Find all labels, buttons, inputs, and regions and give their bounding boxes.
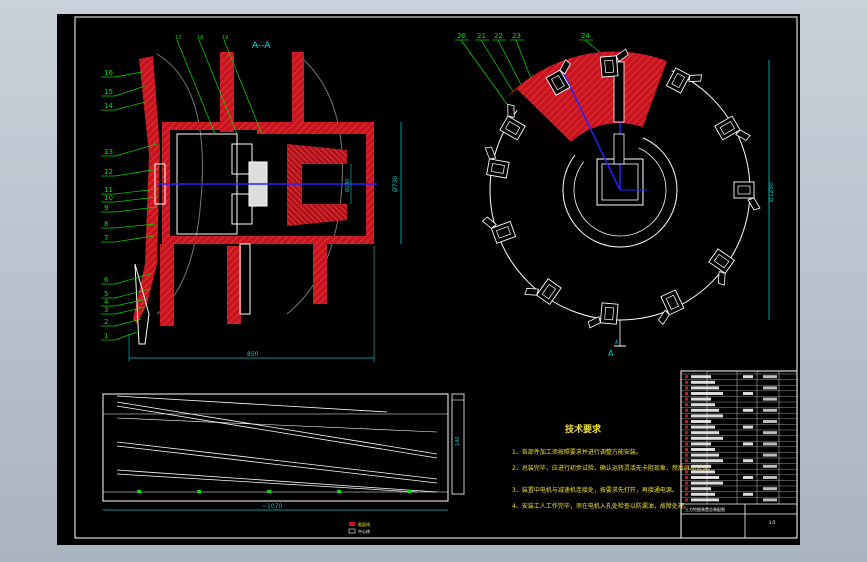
tooth [481, 216, 517, 244]
part-label-7: 7 [104, 234, 108, 242]
part-label-11: 11 [104, 186, 113, 194]
technical-requirements: 技术要求 1、各部件加工须按照要求并进行调整方能安装。 2、总装完毕，应进行初步… [512, 423, 714, 510]
drawing-name: 土方挖掘装置总装配图 [685, 506, 725, 512]
part-label-4: 4 [104, 298, 109, 306]
cad-drawing: A--A 8 50 Ø730 Ø280 161514131211109876543… [74, 16, 798, 539]
dim-inner: Ø280 [344, 179, 351, 192]
dim-height: 140 [455, 436, 461, 446]
tooth [733, 181, 761, 211]
tech-req-item-3: 3、装置中电机与减速机连接处，按要求先打开，再接通电源。 [512, 486, 678, 494]
part-label-16: 16 [104, 69, 113, 77]
part-label-24: 24 [581, 32, 590, 40]
section-mark-small: A [615, 340, 619, 346]
dim-length: ~1070 [262, 503, 282, 510]
part-label-3: 3 [104, 306, 108, 314]
legend-line-1: 截面线 [358, 521, 370, 527]
title-block: 土方挖掘装置总装配图 1:5 [680, 370, 798, 539]
part-label-19: 19 [222, 35, 228, 41]
tech-req-item-4: 4、安装工人工作完毕，须在电机入孔处检查以防漏油，故障处理。 [512, 502, 690, 510]
tooth [524, 278, 562, 305]
tech-req-item-1: 1、各部件加工须按照要求并进行调整方能安装。 [512, 448, 642, 456]
dim-diameter: Ø1250 [768, 182, 775, 202]
part-label-2: 2 [104, 318, 108, 326]
dim-right: Ø730 [392, 176, 399, 192]
section-view: A--A 850 Ø730 Ø280 [128, 41, 402, 362]
part-label-9: 9 [104, 204, 108, 212]
outer-frame [74, 16, 798, 539]
part-label-21: 21 [477, 32, 486, 40]
part-label-14: 14 [104, 102, 113, 110]
helix-view: ~1070 140 [102, 393, 465, 511]
part-label-1: 1 [104, 332, 108, 340]
part-label-6: 6 [104, 276, 109, 284]
inner-cone [287, 144, 347, 226]
tooth [657, 289, 685, 326]
part-label-5: 5 [104, 290, 108, 298]
part-label-18: 18 [197, 35, 203, 41]
tooth [708, 248, 735, 286]
part-label-23: 23 [512, 32, 521, 40]
dim-bottom: 850 [247, 351, 259, 358]
part-label-17: 17 [175, 35, 181, 41]
tech-req-item-2: 2、总装完毕，应进行初步试验，确认运转灵活无卡阻现象，然后再动试验。 [512, 464, 714, 472]
legend: 截面线 中心线 [348, 521, 370, 534]
part-label-15: 15 [104, 88, 113, 96]
part-label-12: 12 [104, 168, 113, 176]
part-label-10: 10 [104, 194, 113, 202]
front-view: Ø1250 A A [481, 48, 775, 358]
section-title: A--A [252, 41, 271, 51]
tooth [587, 302, 619, 329]
part-label-20: 20 [457, 32, 466, 40]
part-label-22: 22 [494, 32, 503, 40]
section-mark: A [608, 349, 614, 358]
part-label-8: 8 [104, 220, 108, 228]
scale-value: 1:5 [769, 520, 776, 525]
drawing-sheet: A--A 8 50 Ø730 Ø280 16 15 14 13 12 11 10 … [57, 14, 800, 545]
part-label-13: 13 [104, 148, 113, 156]
legend-line-2: 中心线 [358, 528, 370, 534]
tech-req-heading: 技术要求 [565, 423, 602, 435]
tooth [714, 115, 751, 141]
